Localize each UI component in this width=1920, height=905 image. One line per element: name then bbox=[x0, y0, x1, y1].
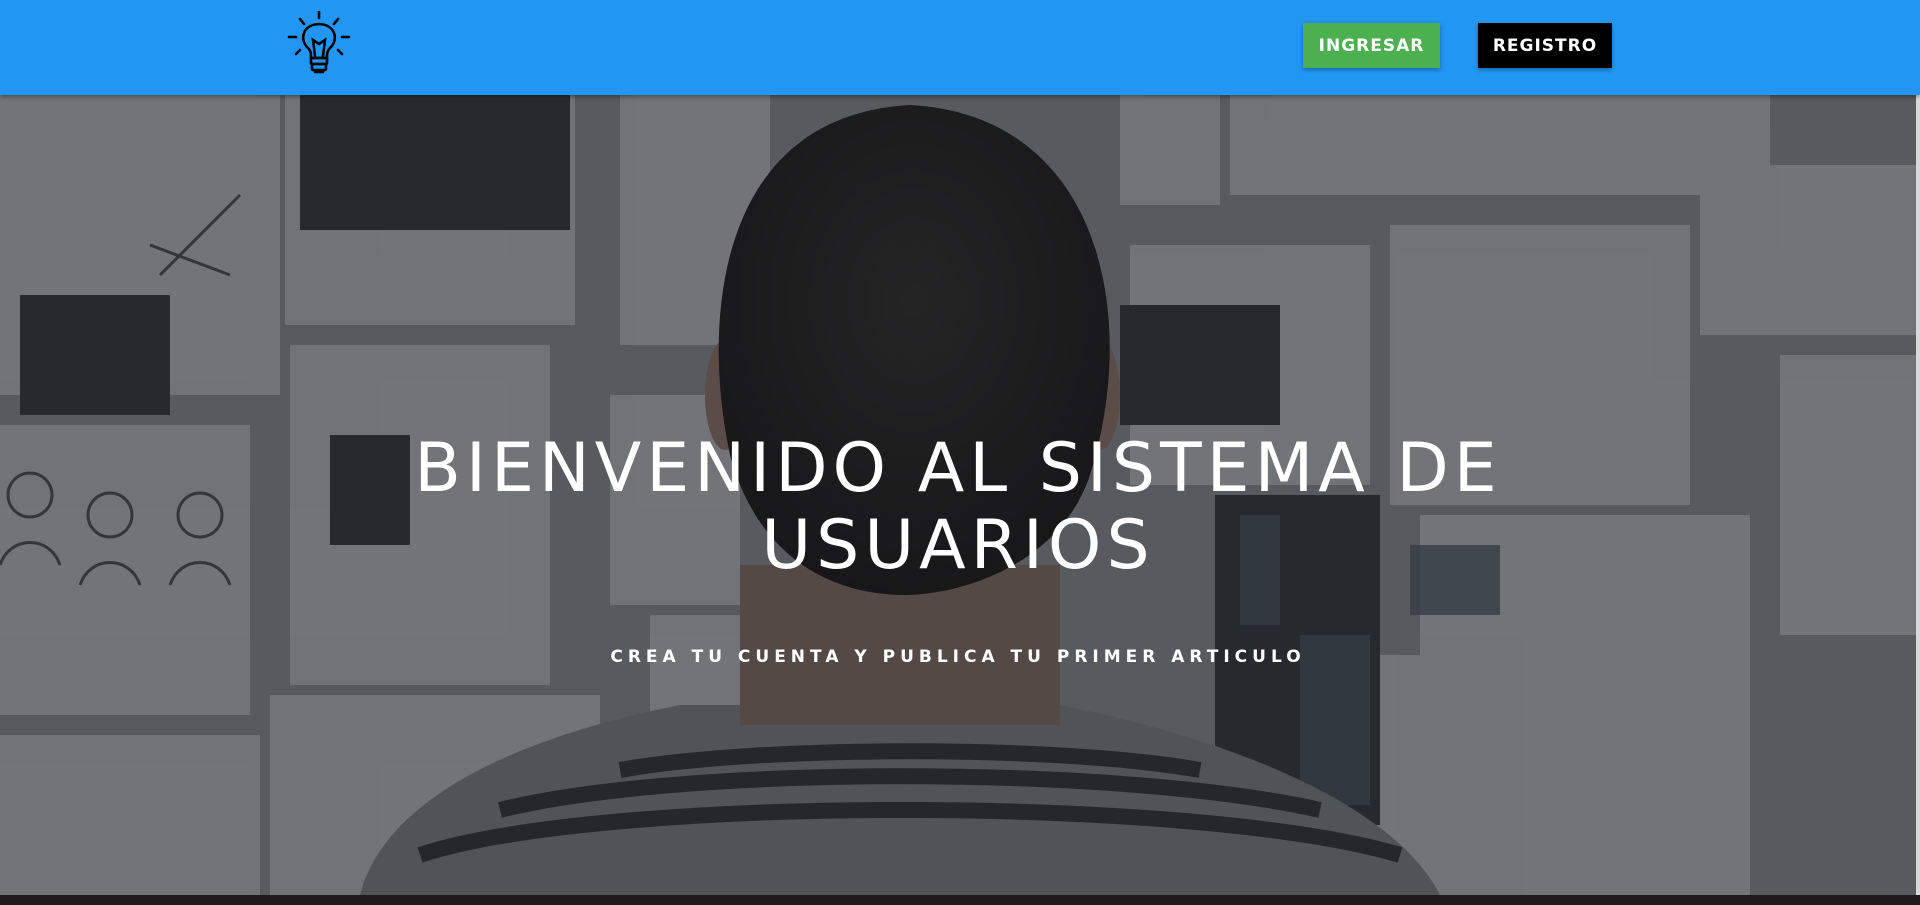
top-navbar: INGRESAR REGISTRO bbox=[0, 0, 1920, 95]
scrollbar[interactable] bbox=[1916, 95, 1920, 895]
lightbulb-icon-graphic bbox=[287, 10, 351, 74]
register-button[interactable]: REGISTRO bbox=[1478, 23, 1612, 68]
hero-section: BIENVENIDO AL SISTEMA DE USUARIOS CREA T… bbox=[0, 95, 1916, 895]
bottom-strip bbox=[0, 895, 1920, 905]
lightbulb-icon[interactable] bbox=[286, 10, 352, 76]
page: INGRESAR REGISTRO BIENVENIDO AL SISTEMA … bbox=[0, 0, 1920, 905]
login-button[interactable]: INGRESAR bbox=[1303, 23, 1440, 68]
hero-subtitle: CREA TU CUENTA Y PUBLICA TU PRIMER ARTIC… bbox=[610, 647, 1306, 667]
hero-title: BIENVENIDO AL SISTEMA DE USUARIOS bbox=[414, 429, 1502, 585]
